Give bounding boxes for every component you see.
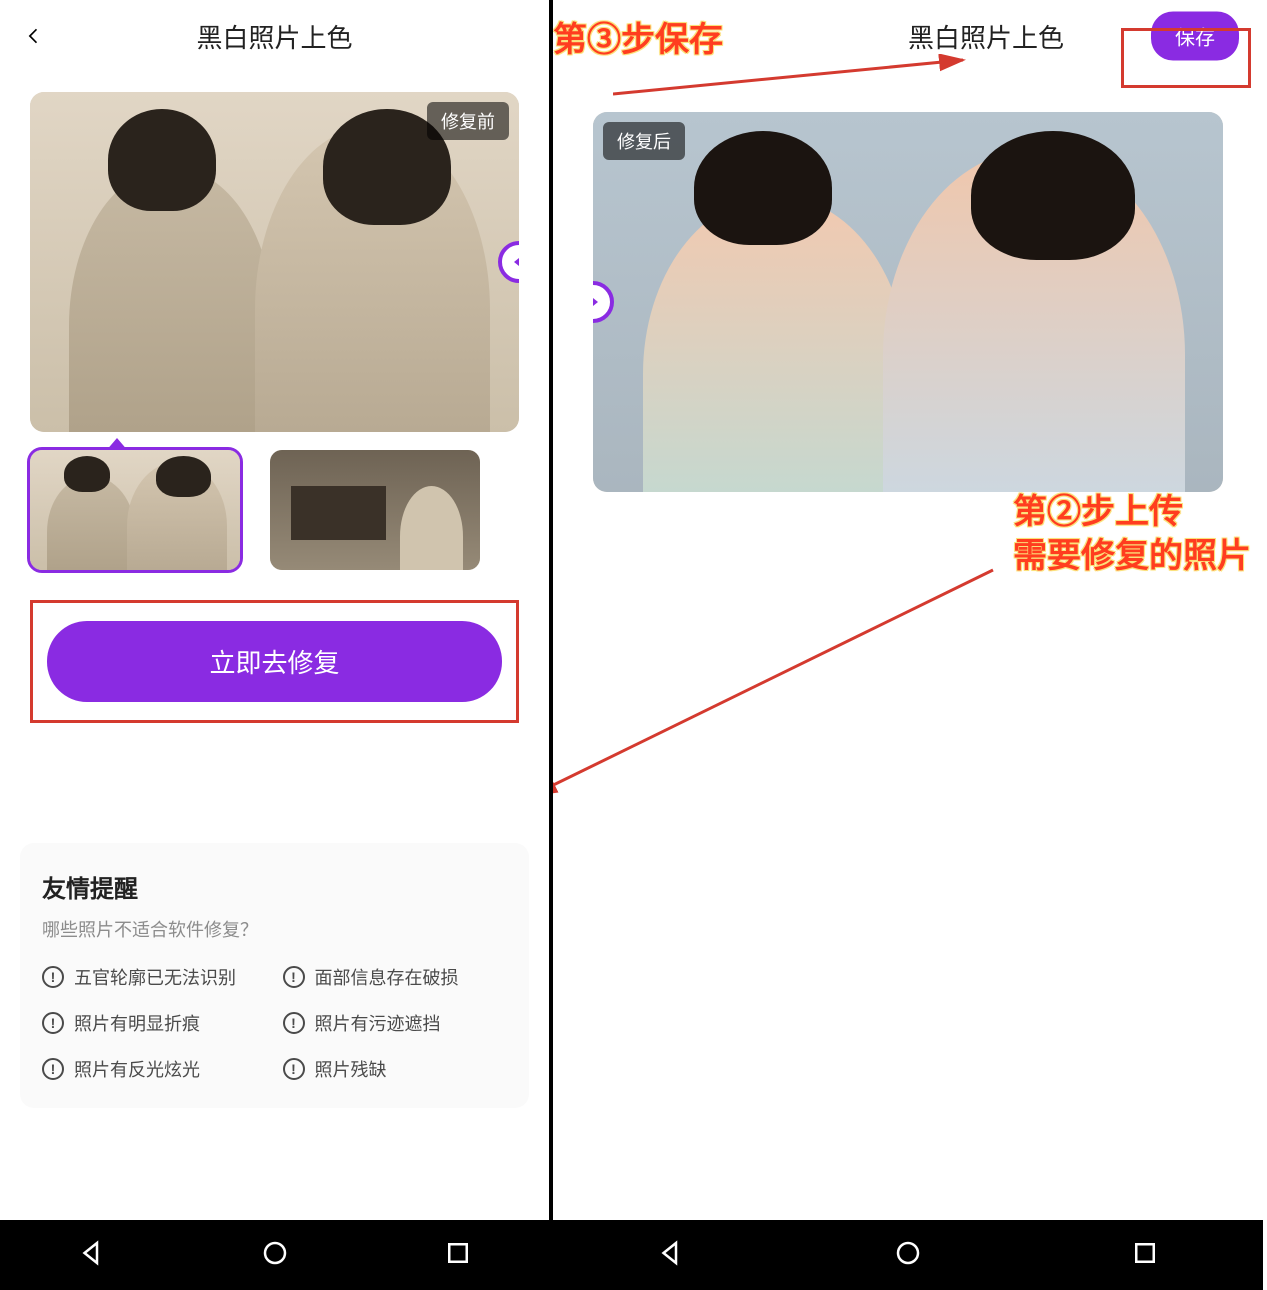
- nav-recent-icon[interactable]: [443, 1238, 473, 1273]
- header: 黑白照片上色: [0, 0, 549, 72]
- save-button[interactable]: 保存: [1151, 12, 1239, 61]
- tip-item: !照片残缺: [283, 1056, 508, 1082]
- preview-image[interactable]: 修复前: [30, 92, 519, 432]
- tip-item: !五官轮廓已无法识别: [42, 964, 267, 990]
- info-icon: !: [42, 1058, 64, 1080]
- nav-back-icon[interactable]: [77, 1238, 107, 1273]
- nav-back-icon[interactable]: [656, 1238, 686, 1273]
- android-navbar: [0, 1220, 549, 1290]
- info-icon: !: [283, 966, 305, 988]
- tip-item: !照片有明显折痕: [42, 1010, 267, 1036]
- annotation-arrow-upload: [553, 560, 1003, 810]
- nav-home-icon[interactable]: [260, 1238, 290, 1273]
- screen-after: 黑白照片上色 保存 修复后 第③步保存 第②步上传 需要修复的照片: [553, 0, 1263, 1290]
- annotation-step2: 第②步上传 需要修复的照片: [1013, 490, 1251, 578]
- annotation-box-fix: 立即去修复: [30, 600, 519, 723]
- nav-recent-icon[interactable]: [1130, 1238, 1160, 1273]
- badge-before: 修复前: [427, 102, 509, 140]
- thumbnail-row: [0, 450, 549, 570]
- badge-after: 修复后: [603, 122, 685, 160]
- header: 黑白照片上色 保存: [553, 0, 1263, 72]
- nav-home-icon[interactable]: [893, 1238, 923, 1273]
- back-icon[interactable]: [24, 26, 44, 46]
- page-title: 黑白照片上色: [908, 18, 1064, 55]
- page-title: 黑白照片上色: [196, 18, 352, 55]
- info-icon: !: [283, 1012, 305, 1034]
- tip-item: !照片有反光炫光: [42, 1056, 267, 1082]
- screen-before: 黑白照片上色 修复前 立即去修复 友情提醒 哪些照片不适合软件修复？ !: [0, 0, 553, 1290]
- info-icon: !: [42, 966, 64, 988]
- preview-image[interactable]: 修复后: [593, 112, 1223, 492]
- info-icon: !: [42, 1012, 64, 1034]
- tip-item: !照片有污迹遮挡: [283, 1010, 508, 1036]
- fix-now-button[interactable]: 立即去修复: [47, 621, 502, 702]
- reminder-card: 友情提醒 哪些照片不适合软件修复？ !五官轮廓已无法识别 !面部信息存在破损 !…: [20, 843, 529, 1108]
- info-icon: !: [283, 1058, 305, 1080]
- reminder-subtitle: 哪些照片不适合软件修复？: [42, 916, 507, 942]
- tip-item: !面部信息存在破损: [283, 964, 508, 990]
- tips-list: !五官轮廓已无法识别 !面部信息存在破损 !照片有明显折痕 !照片有污迹遮挡 !…: [42, 964, 507, 1082]
- reminder-heading: 友情提醒: [42, 869, 507, 904]
- thumbnail-2[interactable]: [270, 450, 480, 570]
- android-navbar: [553, 1220, 1263, 1290]
- thumbnail-1[interactable]: [30, 450, 240, 570]
